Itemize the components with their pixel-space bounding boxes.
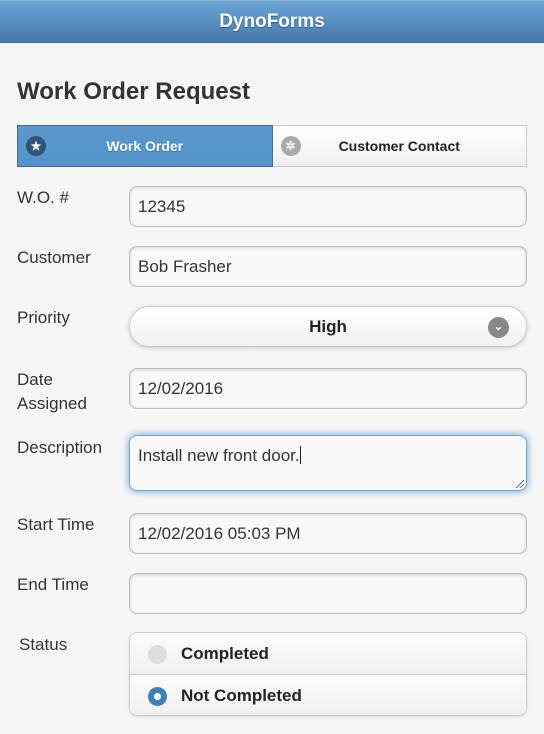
option-label: Completed (181, 644, 269, 663)
resize-handle[interactable] (516, 480, 524, 488)
tab-work-order[interactable]: ★ Work Order (17, 125, 273, 167)
chevron-down-icon: ⌄ (488, 317, 509, 338)
tab-label: Work Order (106, 138, 184, 154)
wo-number-label: W.O. # (17, 188, 69, 207)
description-textarea[interactable]: Install new front door. (129, 435, 527, 491)
description-label: Description (17, 438, 103, 457)
end-time-label: End Time (17, 575, 89, 594)
tab-label: Customer Contact (338, 138, 460, 154)
customer-label: Customer (17, 248, 91, 267)
app-title: DynoForms (219, 11, 325, 32)
radio-checked-icon (148, 687, 167, 706)
start-time-label: Start Time (17, 515, 95, 534)
text-caret (299, 446, 301, 464)
priority-value: High (309, 317, 347, 336)
tab-customer-contact[interactable]: ✲ Customer Contact (272, 126, 526, 166)
status-label: Status (19, 635, 68, 654)
date-label-line2: Assigned (17, 394, 87, 413)
gear-icon: ✲ (280, 136, 301, 156)
start-time-input[interactable]: 12/02/2016 05:03 PM (129, 513, 527, 554)
app-header: DynoForms (0, 0, 544, 43)
description-text: Install new front door. (138, 446, 300, 465)
tab-bar: ★ Work Order ✲ Customer Contact (17, 125, 527, 167)
date-assigned-input[interactable]: 12/02/2016 (129, 368, 527, 409)
date-assigned-label: Date Assigned (17, 368, 87, 416)
status-option-completed[interactable]: Completed (130, 633, 526, 674)
status-option-not-completed[interactable]: Not Completed (130, 674, 526, 715)
option-label: Not Completed (181, 686, 302, 705)
priority-select[interactable]: High ⌄ (129, 306, 527, 347)
customer-input[interactable]: Bob Frasher (129, 246, 527, 287)
radio-unchecked-icon (148, 645, 167, 664)
priority-label: Priority (17, 308, 70, 327)
date-label-line1: Date (17, 370, 53, 389)
status-radio-group: Completed Not Completed (129, 632, 527, 716)
page-title: Work Order Request (17, 78, 250, 105)
wo-number-input[interactable]: 12345 (129, 186, 527, 227)
end-time-input[interactable] (129, 573, 527, 614)
star-icon: ★ (26, 136, 46, 156)
